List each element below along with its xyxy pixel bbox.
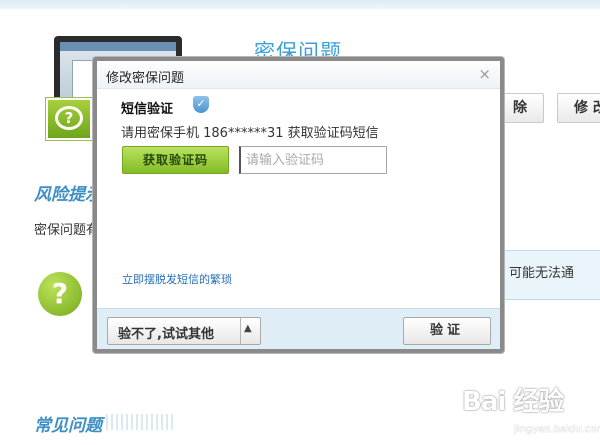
dialog-title: 修改密保问题	[106, 71, 185, 86]
modify-button[interactable]: 修 改	[557, 93, 600, 123]
top-strip	[0, 0, 600, 9]
caret-up-icon[interactable]: ▲	[244, 323, 252, 334]
faq-title-decoration	[106, 414, 176, 430]
shield-icon: ✓	[193, 96, 209, 113]
risk-title: 风险提示	[34, 185, 102, 205]
faq-title: 常见问题	[34, 416, 102, 436]
try-other-method-button[interactable]: 验不了,试试其他 ▲	[107, 317, 261, 345]
speech-bubble-icon: ?	[55, 106, 83, 130]
escape-sms-link[interactable]: 立即摆脱发短信的繁琐	[122, 271, 232, 287]
verification-code-input[interactable]	[239, 146, 387, 174]
verify-button[interactable]: 验证	[403, 317, 491, 345]
watermark-logo: Bai 经验	[462, 387, 564, 417]
laptop-screen-bar	[60, 42, 176, 51]
dialog-footer: 验不了,试试其他 ▲ 验证	[97, 308, 500, 349]
close-icon[interactable]: ×	[478, 65, 491, 83]
get-code-button[interactable]: 获取验证码	[122, 146, 229, 174]
dialog-header: 修改密保问题 ×	[97, 61, 500, 89]
risk-text: 密保问题有	[34, 223, 100, 238]
sms-instruction: 请用密保手机 186******31 获取验证码短信	[121, 126, 379, 141]
try-other-divider	[240, 318, 241, 344]
modify-security-question-dialog: 修改密保问题 × 短信验证 ✓ 请用密保手机 186******31 获取验证码…	[93, 57, 504, 353]
sms-verify-title: 短信验证	[121, 102, 174, 117]
help-question-icon: ?	[38, 272, 82, 316]
help-question-icon: ?	[46, 98, 92, 140]
try-other-method-label[interactable]: 验不了,试试其他	[118, 323, 214, 342]
watermark-url: jingyan.baidu.com	[514, 424, 600, 435]
